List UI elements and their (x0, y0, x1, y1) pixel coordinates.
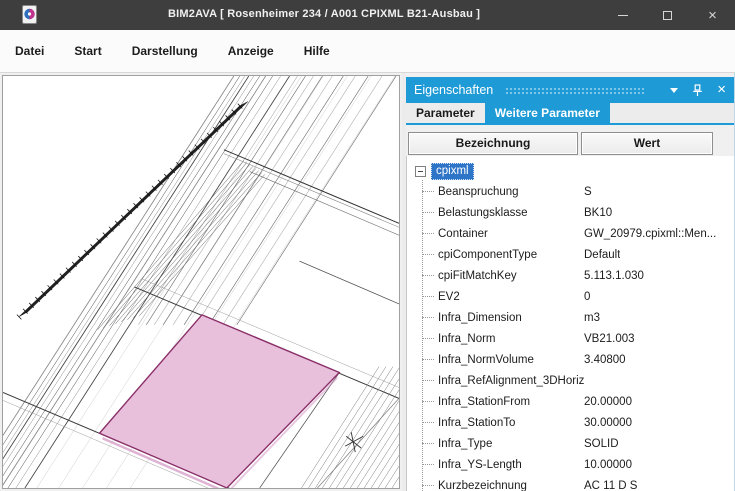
property-value: AC 11 D S (584, 480, 637, 491)
property-row[interactable]: cpiFitMatchKey5.113.1.030 (407, 265, 734, 286)
menu-anzeige[interactable]: Anzeige (228, 44, 274, 58)
property-row[interactable]: Infra_TypeSOLID (407, 433, 734, 454)
property-row[interactable]: Infra_NormVB21.003 (407, 328, 734, 349)
window-controls: × (600, 0, 735, 30)
tree-branch-line (422, 212, 434, 213)
property-row[interactable]: cpiComponentTypeDefault (407, 244, 734, 265)
menu-darstellung[interactable]: Darstellung (132, 44, 198, 58)
column-header-wert[interactable]: Wert (581, 132, 713, 155)
tree-branch-line (422, 191, 434, 192)
tree-hierarchy-line (422, 180, 423, 491)
drag-grip[interactable] (505, 86, 646, 95)
property-value: BK10 (584, 207, 612, 219)
property-row[interactable]: Infra_YS-Length10.00000 (407, 454, 734, 475)
menu-datei[interactable]: Datei (15, 44, 44, 58)
property-name: Container (438, 228, 584, 240)
property-value: 10.00000 (584, 459, 632, 471)
tree-branch-line (422, 233, 434, 234)
property-name: Belastungsklasse (438, 207, 584, 219)
app-window: BIM2AVA [ Rosenheimer 234 / A001 CPIXML … (0, 0, 735, 491)
menubar: Datei Start Darstellung Anzeige Hilfe (0, 30, 735, 73)
tree-branch-line (422, 380, 434, 381)
axis-gizmo-icon (345, 432, 363, 452)
tree-root-row[interactable]: cpixml (415, 161, 734, 181)
property-row[interactable]: Infra_StationTo30.00000 (407, 412, 734, 433)
active-tab-underline (406, 123, 734, 125)
property-name: Beanspruchung (438, 186, 584, 198)
property-name: Infra_Dimension (438, 312, 584, 324)
property-value: 20.00000 (584, 396, 632, 408)
property-value: S (584, 186, 592, 198)
chevron-down-icon[interactable] (670, 88, 678, 93)
selected-solid[interactable] (100, 315, 340, 488)
property-value: Default (584, 249, 620, 261)
tree-branch-line (422, 317, 434, 318)
titlebar: BIM2AVA [ Rosenheimer 234 / A001 CPIXML … (0, 0, 735, 30)
tree-branch-line (422, 275, 434, 276)
property-row[interactable]: Infra_RefAlignment_3DHoriz (407, 370, 734, 391)
properties-panel: Eigenschaften × Parameter Weitere Parame… (406, 73, 735, 491)
property-name: Infra_StationTo (438, 417, 584, 429)
property-row[interactable]: EV20 (407, 286, 734, 307)
property-row[interactable]: Infra_NormVolume3.40800 (407, 349, 734, 370)
tree-root-label[interactable]: cpixml (431, 163, 474, 180)
tree-branch-line (422, 254, 434, 255)
panel-title: Eigenschaften (414, 83, 493, 97)
property-value: 3.40800 (584, 354, 626, 366)
bim2ava-app-icon[interactable] (22, 5, 37, 24)
property-row[interactable]: KurzbezeichnungAC 11 D S (407, 475, 734, 491)
property-name: cpiComponentType (438, 249, 584, 261)
maximize-icon[interactable] (645, 0, 690, 30)
tree-branch-line (422, 422, 434, 423)
property-rows: BeanspruchungSBelastungsklasseBK10Contai… (407, 181, 734, 491)
property-row[interactable]: ContainerGW_20979.cpixml::Men... (407, 223, 734, 244)
property-name: Infra_NormVolume (438, 354, 584, 366)
tree-branch-line (422, 359, 434, 360)
property-value: 0 (584, 291, 590, 303)
panel-header[interactable]: Eigenschaften × (406, 77, 734, 103)
property-value: 5.113.1.030 (584, 270, 644, 282)
property-value: m3 (584, 312, 600, 324)
property-name: Kurzbezeichnung (438, 480, 584, 491)
tab-strip: Parameter Weitere Parameter (406, 103, 734, 123)
property-row[interactable]: BeanspruchungS (407, 181, 734, 202)
property-row[interactable]: Infra_Dimensionm3 (407, 307, 734, 328)
viewport-3d[interactable] (0, 73, 402, 491)
property-row[interactable]: Infra_StationFrom20.00000 (407, 391, 734, 412)
tree-branch-line (422, 443, 434, 444)
panel-close-icon[interactable]: × (717, 83, 726, 97)
property-name: Infra_Type (438, 438, 584, 450)
tree-branch-line (422, 464, 434, 465)
tab-parameter[interactable]: Parameter (406, 103, 485, 123)
tree-branch-line (422, 296, 434, 297)
property-row[interactable]: BelastungsklasseBK10 (407, 202, 734, 223)
close-icon[interactable]: × (690, 0, 735, 30)
property-value: GW_20979.cpixml::Men... (584, 228, 716, 240)
minimize-icon[interactable] (600, 0, 645, 30)
property-name: Infra_RefAlignment_3DHoriz (438, 375, 584, 387)
tab-weitere-parameter[interactable]: Weitere Parameter (485, 103, 610, 123)
property-name: Infra_Norm (438, 333, 584, 345)
window-title: BIM2AVA [ Rosenheimer 234 / A001 CPIXML … (168, 8, 480, 20)
property-name: cpiFitMatchKey (438, 270, 584, 282)
property-name: EV2 (438, 291, 584, 303)
property-name: Infra_StationFrom (438, 396, 584, 408)
pin-icon[interactable] (692, 84, 703, 97)
property-name: Infra_YS-Length (438, 459, 584, 471)
tree-branch-line (422, 338, 434, 339)
property-tree[interactable]: cpixml BeanspruchungSBelastungsklasseBK1… (406, 156, 734, 491)
property-value: 30.00000 (584, 417, 632, 429)
tree-branch-line (422, 401, 434, 402)
grid-header: Bezeichnung Wert (408, 132, 726, 155)
property-value: VB21.003 (584, 333, 635, 345)
property-value: SOLID (584, 438, 619, 450)
column-header-bezeichnung[interactable]: Bezeichnung (408, 132, 578, 155)
collapse-icon[interactable] (415, 166, 426, 177)
menu-start[interactable]: Start (74, 44, 101, 58)
tree-branch-line (422, 485, 434, 486)
menu-hilfe[interactable]: Hilfe (304, 44, 330, 58)
